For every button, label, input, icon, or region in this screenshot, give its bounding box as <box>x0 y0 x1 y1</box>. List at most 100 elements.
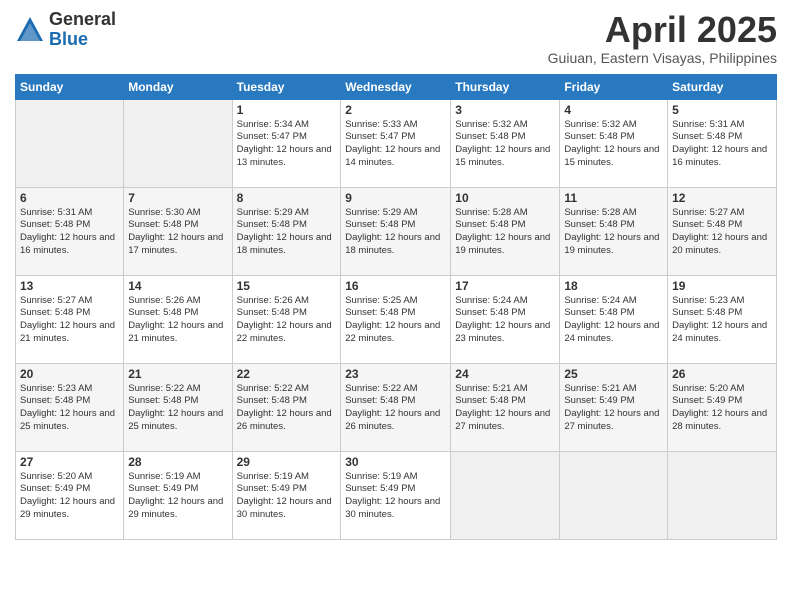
calendar-body: 1 Sunrise: 5:34 AM Sunset: 5:47 PM Daylig… <box>16 99 777 539</box>
day-info: Sunrise: 5:32 AM Sunset: 5:48 PM Dayligh… <box>455 119 555 170</box>
day-cell: 27Sunrise: 5:20 AM Sunset: 5:49 PM Dayli… <box>16 451 124 539</box>
calendar-thead: SundayMondayTuesdayWednesdayThursdayFrid… <box>16 74 777 99</box>
day-cell: 2Sunrise: 5:33 AM Sunset: 5:47 PM Daylig… <box>341 99 451 187</box>
logo-icon <box>15 15 45 45</box>
day-number: 25 <box>564 367 663 381</box>
day-number: 5 <box>672 103 772 117</box>
day-number: 6 <box>20 191 119 205</box>
day-cell: 4 Sunrise: 5:32 AM Sunset: 5:48 PM Daylig… <box>560 99 668 187</box>
day-cell: 22Sunrise: 5:22 AM Sunset: 5:48 PM Dayli… <box>232 363 341 451</box>
calendar-table: SundayMondayTuesdayWednesdayThursdayFrid… <box>15 74 777 540</box>
day-info: Sunrise: 5:24 AM Sunset: 5:48 PM Dayligh… <box>455 295 555 346</box>
day-header-saturday: Saturday <box>668 74 777 99</box>
day-info: Sunrise: 5:22 AM Sunset: 5:48 PM Dayligh… <box>128 383 227 434</box>
day-number: 16 <box>345 279 446 293</box>
day-cell: 18Sunrise: 5:24 AM Sunset: 5:48 PM Dayli… <box>560 275 668 363</box>
day-info: Sunrise: 5:21 AM Sunset: 5:48 PM Dayligh… <box>455 383 555 434</box>
day-cell: 6 Sunrise: 5:31 AM Sunset: 5:48 PM Daylig… <box>16 187 124 275</box>
day-cell: 9 Sunrise: 5:29 AM Sunset: 5:48 PM Daylig… <box>341 187 451 275</box>
day-number: 24 <box>455 367 555 381</box>
title-section: April 2025 Guiuan, Eastern Visayas, Phil… <box>548 10 777 66</box>
day-info: Sunrise: 5:22 AM Sunset: 5:48 PM Dayligh… <box>345 383 446 434</box>
day-info: Sunrise: 5:28 AM Sunset: 5:48 PM Dayligh… <box>564 207 663 258</box>
day-number: 13 <box>20 279 119 293</box>
day-cell: 11 Sunrise: 5:28 AM Sunset: 5:48 PM Dayli… <box>560 187 668 275</box>
day-info: Sunrise: 5:28 AM Sunset: 5:48 PM Dayligh… <box>455 207 555 258</box>
day-cell <box>124 99 232 187</box>
day-number: 19 <box>672 279 772 293</box>
day-cell <box>668 451 777 539</box>
day-cell: 19Sunrise: 5:23 AM Sunset: 5:48 PM Dayli… <box>668 275 777 363</box>
day-info: Sunrise: 5:19 AM Sunset: 5:49 PM Dayligh… <box>345 471 446 522</box>
day-number: 21 <box>128 367 227 381</box>
day-info: Sunrise: 5:21 AM Sunset: 5:49 PM Dayligh… <box>564 383 663 434</box>
day-cell <box>451 451 560 539</box>
day-cell: 26Sunrise: 5:20 AM Sunset: 5:49 PM Dayli… <box>668 363 777 451</box>
day-cell <box>560 451 668 539</box>
logo-blue-text: Blue <box>49 30 116 50</box>
day-cell: 15Sunrise: 5:26 AM Sunset: 5:48 PM Dayli… <box>232 275 341 363</box>
day-number: 23 <box>345 367 446 381</box>
week-row-4: 20 Sunrise: 5:23 AM Sunset: 5:48 PM Dayli… <box>16 363 777 451</box>
day-cell: 1 Sunrise: 5:34 AM Sunset: 5:47 PM Daylig… <box>232 99 341 187</box>
day-number: 27 <box>20 455 119 469</box>
day-info: Sunrise: 5:29 AM Sunset: 5:48 PM Dayligh… <box>345 207 446 258</box>
calendar-subtitle: Guiuan, Eastern Visayas, Philippines <box>548 50 777 66</box>
day-cell: 21 Sunrise: 5:22 AM Sunset: 5:48 PM Dayli… <box>124 363 232 451</box>
day-header-wednesday: Wednesday <box>341 74 451 99</box>
day-cell: 13 Sunrise: 5:27 AM Sunset: 5:48 PM Dayli… <box>16 275 124 363</box>
day-cell: 12 Sunrise: 5:27 AM Sunset: 5:48 PM Dayli… <box>668 187 777 275</box>
day-info: Sunrise: 5:27 AM Sunset: 5:48 PM Dayligh… <box>20 295 119 346</box>
day-cell: 25 Sunrise: 5:21 AM Sunset: 5:49 PM Dayli… <box>560 363 668 451</box>
day-number: 12 <box>672 191 772 205</box>
day-info: Sunrise: 5:26 AM Sunset: 5:48 PM Dayligh… <box>128 295 227 346</box>
day-cell: 5 Sunrise: 5:31 AM Sunset: 5:48 PM Daylig… <box>668 99 777 187</box>
calendar-title: April 2025 <box>548 10 777 50</box>
day-header-tuesday: Tuesday <box>232 74 341 99</box>
day-header-thursday: Thursday <box>451 74 560 99</box>
calendar-page: General Blue April 2025 Guiuan, Eastern … <box>0 0 792 612</box>
day-info: Sunrise: 5:20 AM Sunset: 5:49 PM Dayligh… <box>672 383 772 434</box>
day-info: Sunrise: 5:24 AM Sunset: 5:48 PM Dayligh… <box>564 295 663 346</box>
day-number: 15 <box>237 279 337 293</box>
day-number: 28 <box>128 455 227 469</box>
day-cell: 28Sunrise: 5:19 AM Sunset: 5:49 PM Dayli… <box>124 451 232 539</box>
day-number: 20 <box>20 367 119 381</box>
day-number: 9 <box>345 191 446 205</box>
header: General Blue April 2025 Guiuan, Eastern … <box>15 10 777 66</box>
day-number: 29 <box>237 455 337 469</box>
day-info: Sunrise: 5:34 AM Sunset: 5:47 PM Dayligh… <box>237 119 337 170</box>
day-number: 1 <box>237 103 337 117</box>
day-cell: 23 Sunrise: 5:22 AM Sunset: 5:48 PM Dayli… <box>341 363 451 451</box>
day-info: Sunrise: 5:25 AM Sunset: 5:48 PM Dayligh… <box>345 295 446 346</box>
header-row: SundayMondayTuesdayWednesdayThursdayFrid… <box>16 74 777 99</box>
day-info: Sunrise: 5:29 AM Sunset: 5:48 PM Dayligh… <box>237 207 337 258</box>
day-number: 7 <box>128 191 227 205</box>
day-header-friday: Friday <box>560 74 668 99</box>
day-cell: 20 Sunrise: 5:23 AM Sunset: 5:48 PM Dayli… <box>16 363 124 451</box>
day-number: 11 <box>564 191 663 205</box>
day-info: Sunrise: 5:27 AM Sunset: 5:48 PM Dayligh… <box>672 207 772 258</box>
day-cell: 16 Sunrise: 5:25 AM Sunset: 5:48 PM Dayli… <box>341 275 451 363</box>
day-info: Sunrise: 5:23 AM Sunset: 5:48 PM Dayligh… <box>20 383 119 434</box>
day-info: Sunrise: 5:32 AM Sunset: 5:48 PM Dayligh… <box>564 119 663 170</box>
day-cell: 24 Sunrise: 5:21 AM Sunset: 5:48 PM Dayli… <box>451 363 560 451</box>
day-number: 4 <box>564 103 663 117</box>
day-number: 10 <box>455 191 555 205</box>
day-cell: 30Sunrise: 5:19 AM Sunset: 5:49 PM Dayli… <box>341 451 451 539</box>
day-cell: 7 Sunrise: 5:30 AM Sunset: 5:48 PM Daylig… <box>124 187 232 275</box>
day-header-monday: Monday <box>124 74 232 99</box>
week-row-2: 6 Sunrise: 5:31 AM Sunset: 5:48 PM Daylig… <box>16 187 777 275</box>
week-row-3: 13 Sunrise: 5:27 AM Sunset: 5:48 PM Dayli… <box>16 275 777 363</box>
day-cell: 17Sunrise: 5:24 AM Sunset: 5:48 PM Dayli… <box>451 275 560 363</box>
day-info: Sunrise: 5:31 AM Sunset: 5:48 PM Dayligh… <box>672 119 772 170</box>
week-row-5: 27Sunrise: 5:20 AM Sunset: 5:49 PM Dayli… <box>16 451 777 539</box>
logo-text: General Blue <box>49 10 116 50</box>
day-number: 22 <box>237 367 337 381</box>
day-info: Sunrise: 5:31 AM Sunset: 5:48 PM Dayligh… <box>20 207 119 258</box>
day-info: Sunrise: 5:33 AM Sunset: 5:47 PM Dayligh… <box>345 119 446 170</box>
day-info: Sunrise: 5:30 AM Sunset: 5:48 PM Dayligh… <box>128 207 227 258</box>
day-number: 14 <box>128 279 227 293</box>
day-cell: 3Sunrise: 5:32 AM Sunset: 5:48 PM Daylig… <box>451 99 560 187</box>
day-number: 8 <box>237 191 337 205</box>
